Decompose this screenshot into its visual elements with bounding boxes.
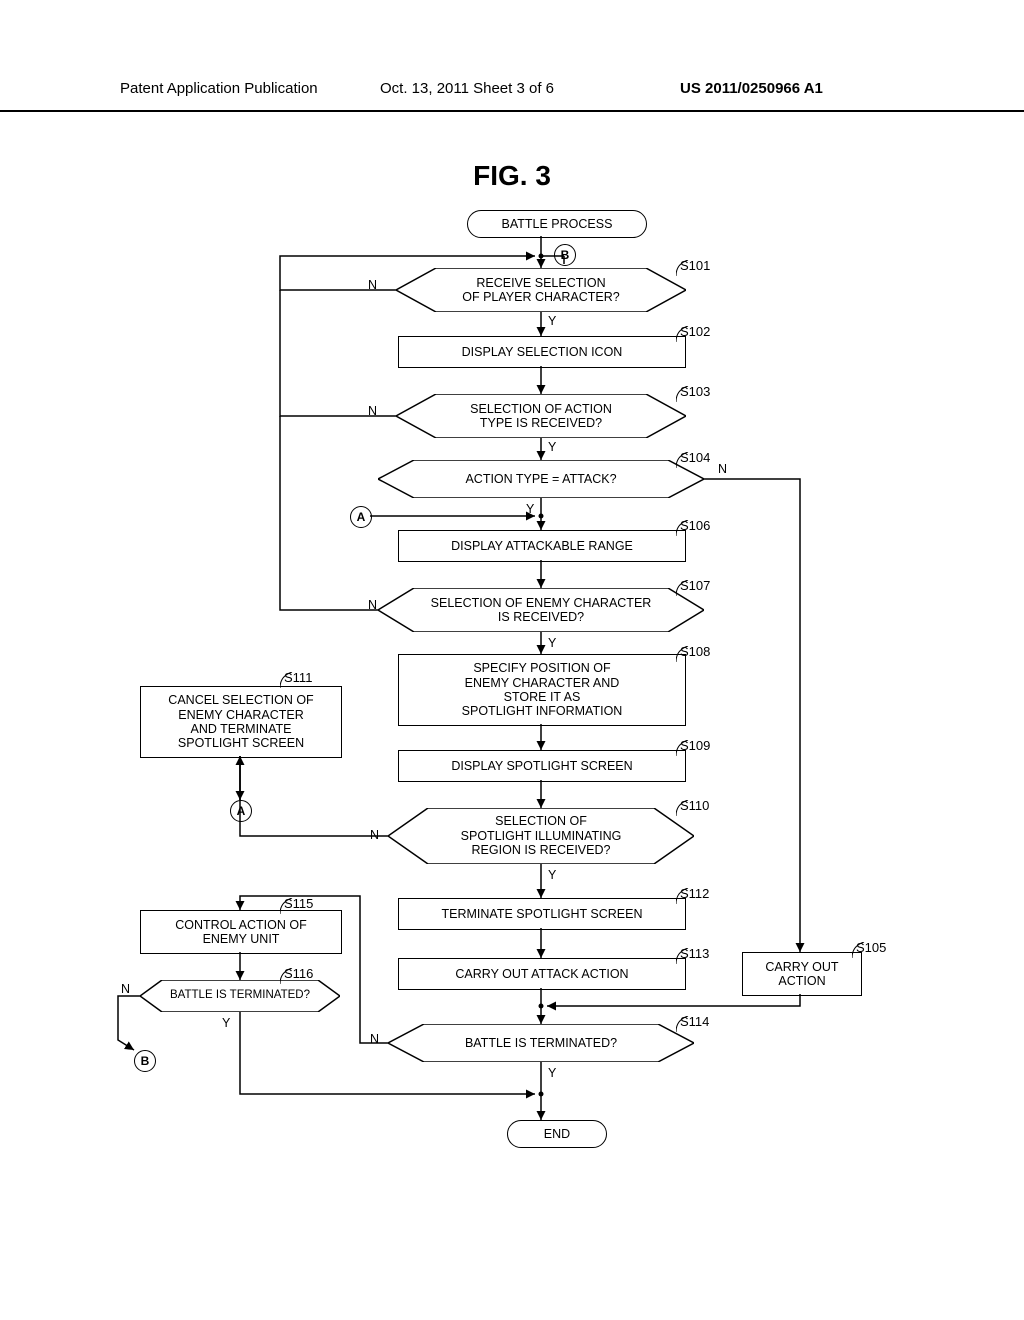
header-right: US 2011/0250966 A1 <box>680 80 823 97</box>
leader-s110 <box>676 800 692 816</box>
leader-s113 <box>676 948 692 964</box>
leader-s108 <box>676 646 692 662</box>
decision-s114-text: BATTLE IS TERMINATED? <box>388 1024 694 1062</box>
leader-s114 <box>676 1016 692 1032</box>
y-s103: Y <box>548 440 556 454</box>
terminator-end-label: END <box>544 1127 570 1141</box>
process-s111: CANCEL SELECTION OF ENEMY CHARACTER AND … <box>140 686 342 758</box>
figure-title: FIG. 3 <box>0 160 1024 192</box>
n-s101: N <box>368 278 377 292</box>
decision-s110-text: SELECTION OF SPOTLIGHT ILLUMINATING REGI… <box>388 808 694 864</box>
leader-s111 <box>280 672 296 688</box>
terminator-start-label: BATTLE PROCESS <box>502 217 613 231</box>
decision-s116-text: BATTLE IS TERMINATED? <box>140 980 340 1012</box>
leader-s101 <box>676 260 692 276</box>
process-s109: DISPLAY SPOTLIGHT SCREEN <box>398 750 686 782</box>
y-s110: Y <box>548 868 556 882</box>
y-s114: Y <box>548 1066 556 1080</box>
n-s103: N <box>368 404 377 418</box>
y-s101: Y <box>548 314 556 328</box>
terminator-start: BATTLE PROCESS <box>467 210 647 238</box>
leader-s107 <box>676 580 692 596</box>
connector-a-out: A <box>230 800 252 822</box>
y-s104: Y <box>526 502 534 516</box>
n-s114: N <box>370 1032 379 1046</box>
terminator-end: END <box>507 1120 607 1148</box>
process-s102: DISPLAY SELECTION ICON <box>398 336 686 368</box>
leader-s109 <box>676 740 692 756</box>
connector-b-in: B <box>554 244 576 266</box>
process-s108: SPECIFY POSITION OF ENEMY CHARACTER AND … <box>398 654 686 726</box>
leader-s104 <box>676 452 692 468</box>
leader-s102 <box>676 326 692 342</box>
process-s112: TERMINATE SPOTLIGHT SCREEN <box>398 898 686 930</box>
decision-s107-text: SELECTION OF ENEMY CHARACTER IS RECEIVED… <box>378 588 704 632</box>
process-s113: CARRY OUT ATTACK ACTION <box>398 958 686 990</box>
leader-s103 <box>676 386 692 402</box>
leader-s105 <box>852 942 868 958</box>
connector-a-in: A <box>350 506 372 528</box>
decision-s103-text: SELECTION OF ACTION TYPE IS RECEIVED? <box>396 394 686 438</box>
header-left: Patent Application Publication <box>120 80 318 97</box>
n-s110: N <box>370 828 379 842</box>
y-s116: Y <box>222 1016 230 1030</box>
connector-b-out: B <box>134 1050 156 1072</box>
decision-s104-text: ACTION TYPE = ATTACK? <box>378 460 704 498</box>
process-s105: CARRY OUT ACTION <box>742 952 862 996</box>
y-s107: Y <box>548 636 556 650</box>
n-s104: N <box>718 462 727 476</box>
decision-s101-text: RECEIVE SELECTION OF PLAYER CHARACTER? <box>396 268 686 312</box>
n-s107: N <box>368 598 377 612</box>
page-header: Patent Application Publication Oct. 13, … <box>0 80 1024 112</box>
page: Patent Application Publication Oct. 13, … <box>0 0 1024 1320</box>
leader-s112 <box>676 888 692 904</box>
leader-s115 <box>280 898 296 914</box>
header-mid: Oct. 13, 2011 Sheet 3 of 6 <box>380 80 554 97</box>
leader-s106 <box>676 520 692 536</box>
n-s116: N <box>121 982 130 996</box>
leader-s116 <box>280 968 296 984</box>
process-s115: CONTROL ACTION OF ENEMY UNIT <box>140 910 342 954</box>
process-s106: DISPLAY ATTACKABLE RANGE <box>398 530 686 562</box>
